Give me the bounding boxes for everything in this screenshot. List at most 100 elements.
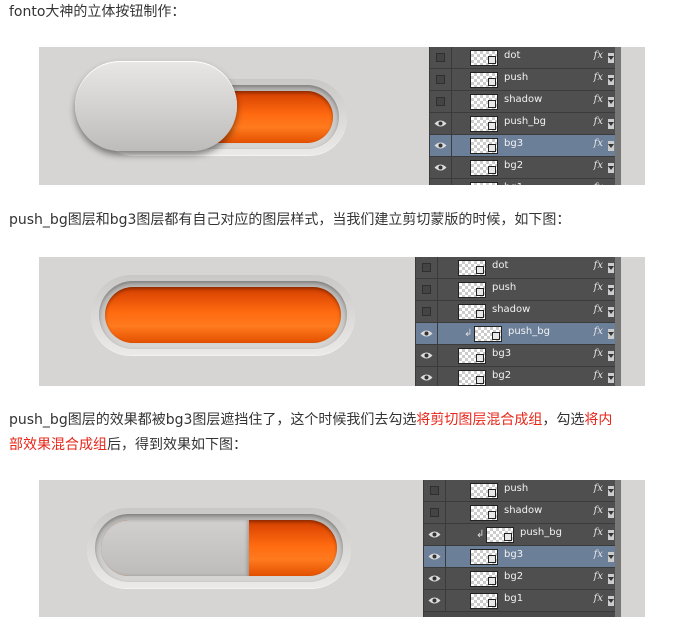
layer-row[interactable]: dot fx	[430, 47, 621, 69]
visibility-toggle[interactable]	[430, 135, 452, 156]
layer-row[interactable]: shadow fx	[424, 502, 621, 524]
intro-paragraph: fonto大神的立体按钮制作：	[9, 0, 185, 24]
layer-name[interactable]: bg1	[504, 182, 523, 185]
layer-name[interactable]: bg2	[504, 571, 523, 582]
blend-highlight-clipped: 将剪切图层混合成组	[416, 412, 543, 428]
layer-effects-icon[interactable]: fx	[594, 304, 603, 315]
visibility-toggle[interactable]	[430, 157, 452, 178]
layer-name[interactable]: bg3	[504, 549, 523, 560]
layer-effects-icon[interactable]: fx	[594, 593, 603, 604]
visibility-toggle[interactable]	[430, 47, 452, 68]
layer-name[interactable]: dot	[492, 260, 508, 271]
expand-effects-arrow-icon[interactable]	[608, 373, 614, 383]
visibility-toggle[interactable]	[416, 279, 438, 300]
layer-name[interactable]: shadow	[492, 304, 530, 315]
expand-effects-arrow-icon[interactable]	[608, 307, 614, 317]
layer-name[interactable]: bg3	[504, 138, 523, 149]
layer-row[interactable]: bg2 fx	[424, 568, 621, 590]
expand-effects-arrow-icon[interactable]	[608, 508, 614, 518]
expand-effects-arrow-icon[interactable]	[608, 530, 614, 540]
layer-name[interactable]: bg2	[504, 160, 523, 171]
layer-effects-icon[interactable]: fx	[594, 326, 603, 337]
layer-name[interactable]: push_bg	[508, 326, 550, 337]
layers-scrollbar[interactable]	[615, 480, 621, 617]
visibility-toggle[interactable]	[416, 367, 438, 386]
layer-name[interactable]: push	[504, 72, 528, 83]
layer-row[interactable]: ↲ push_bg fx	[416, 323, 621, 345]
layer-effects-icon[interactable]: fx	[594, 483, 603, 494]
layer-effects-icon[interactable]: fx	[594, 505, 603, 516]
layer-effects-icon[interactable]: fx	[594, 72, 603, 83]
expand-effects-arrow-icon[interactable]	[608, 141, 614, 151]
visibility-toggle[interactable]	[430, 113, 452, 134]
expand-effects-arrow-icon[interactable]	[608, 351, 614, 361]
layer-row[interactable]: ↲ push_bg fx	[424, 524, 621, 546]
layer-row[interactable]: push_bg fx	[430, 113, 621, 135]
expand-effects-arrow-icon[interactable]	[608, 285, 614, 295]
expand-effects-arrow-icon[interactable]	[608, 552, 614, 562]
layer-effects-icon[interactable]: fx	[594, 138, 603, 149]
layer-name[interactable]: push	[504, 483, 528, 494]
visibility-toggle[interactable]	[416, 345, 438, 366]
layer-row[interactable]: push fx	[424, 480, 621, 502]
layer-row[interactable]: push fx	[416, 279, 621, 301]
layer-effects-icon[interactable]: fx	[594, 549, 603, 560]
layer-row[interactable]: bg2 fx	[430, 157, 621, 179]
layer-row[interactable]: bg1 fx	[424, 590, 621, 612]
layer-row[interactable]: dot fx	[416, 257, 621, 279]
layer-name[interactable]: bg2	[492, 370, 511, 381]
visibility-toggle[interactable]	[424, 590, 446, 611]
layer-effects-icon[interactable]: fx	[594, 282, 603, 293]
expand-effects-arrow-icon[interactable]	[608, 53, 614, 63]
visibility-toggle[interactable]	[424, 524, 446, 545]
visibility-toggle[interactable]	[424, 480, 446, 501]
layer-row[interactable]: bg3 fx	[416, 345, 621, 367]
layers-scrollbar[interactable]	[615, 47, 621, 185]
visibility-toggle[interactable]	[430, 91, 452, 112]
expand-effects-arrow-icon[interactable]	[608, 486, 614, 496]
layer-thumbnail	[470, 182, 498, 185]
layer-effects-icon[interactable]: fx	[594, 116, 603, 127]
expand-effects-arrow-icon[interactable]	[608, 97, 614, 107]
expand-effects-arrow-icon[interactable]	[608, 75, 614, 85]
layer-row[interactable]: bg3 fx	[424, 546, 621, 568]
layer-name[interactable]: shadow	[504, 505, 542, 516]
layer-name[interactable]: push_bg	[504, 116, 546, 127]
expand-effects-arrow-icon[interactable]	[608, 163, 614, 173]
visibility-toggle[interactable]	[430, 69, 452, 90]
layer-row[interactable]: bg1 fx	[430, 179, 621, 185]
layer-effects-icon[interactable]: fx	[594, 94, 603, 105]
expand-effects-arrow-icon[interactable]	[608, 329, 614, 339]
expand-effects-arrow-icon[interactable]	[608, 263, 614, 273]
layer-effects-icon[interactable]: fx	[594, 571, 603, 582]
expand-effects-arrow-icon[interactable]	[608, 119, 614, 129]
expand-effects-arrow-icon[interactable]	[608, 574, 614, 584]
layer-row[interactable]: shadow fx	[416, 301, 621, 323]
layer-effects-icon[interactable]: fx	[594, 182, 603, 185]
visibility-toggle[interactable]	[430, 179, 452, 185]
layer-name[interactable]: shadow	[504, 94, 542, 105]
visibility-toggle[interactable]	[424, 546, 446, 567]
layer-row[interactable]: bg2 fx	[416, 367, 621, 386]
layers-scrollbar[interactable]	[615, 257, 621, 386]
layer-row[interactable]: push fx	[430, 69, 621, 91]
visibility-toggle[interactable]	[416, 323, 438, 344]
layer-effects-icon[interactable]: fx	[594, 348, 603, 359]
expand-effects-arrow-icon[interactable]	[608, 596, 614, 606]
layer-name[interactable]: bg3	[492, 348, 511, 359]
layer-row[interactable]: shadow fx	[430, 91, 621, 113]
layer-effects-icon[interactable]: fx	[594, 370, 603, 381]
layer-effects-icon[interactable]: fx	[594, 260, 603, 271]
layer-name[interactable]: bg1	[504, 593, 523, 604]
visibility-toggle[interactable]	[416, 257, 438, 278]
layer-effects-icon[interactable]: fx	[594, 50, 603, 61]
layer-name[interactable]: push	[492, 282, 516, 293]
layer-name[interactable]: dot	[504, 50, 520, 61]
visibility-toggle[interactable]	[424, 568, 446, 589]
layer-effects-icon[interactable]: fx	[594, 160, 603, 171]
layer-effects-icon[interactable]: fx	[594, 527, 603, 538]
visibility-toggle[interactable]	[416, 301, 438, 322]
layer-name[interactable]: push_bg	[520, 527, 562, 538]
visibility-toggle[interactable]	[424, 502, 446, 523]
layer-row[interactable]: bg3 fx	[430, 135, 621, 157]
